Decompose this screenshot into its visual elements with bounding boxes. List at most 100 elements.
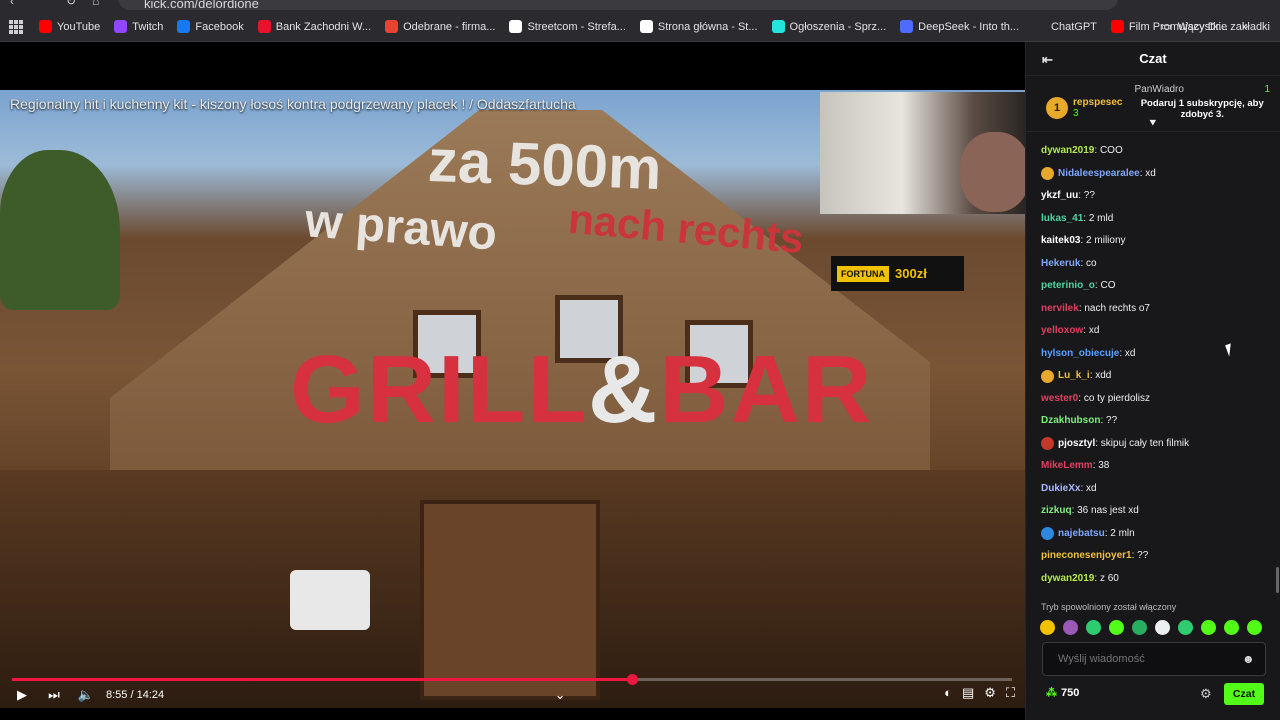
- chat-text: 2 miliony: [1086, 235, 1126, 246]
- chat-username[interactable]: wester0: [1041, 388, 1078, 411]
- chat-username[interactable]: yelloxow: [1041, 320, 1083, 343]
- chat-username[interactable]: zizkuq: [1041, 500, 1072, 523]
- chat-username[interactable]: DukieXx: [1041, 478, 1080, 501]
- chat-text: ??: [1137, 550, 1149, 561]
- chat-message: dywan2019: COO: [1041, 140, 1266, 163]
- video-controls: ▶ ⏭ 🔈 8:55 / 14:24 ⌄ ◐ ▤ ⚙ ⛶: [0, 682, 1025, 708]
- chat-scrollbar[interactable]: [1276, 567, 1279, 593]
- chat-username[interactable]: nervilek: [1041, 298, 1079, 321]
- chat-username[interactable]: hylson_obiecuje: [1041, 343, 1119, 366]
- chat-text: nach rechts o7: [1084, 302, 1150, 314]
- chat-message: kaitek03: 2 miliony: [1041, 230, 1266, 253]
- bookmark-item[interactable]: Twitch: [114, 20, 163, 33]
- bookmark-item[interactable]: ChatGPT: [1033, 20, 1097, 33]
- bookmark-item[interactable]: Ogłoszenia - Sprz...: [771, 20, 886, 33]
- chat-username[interactable]: pjosztyl: [1058, 433, 1095, 456]
- all-bookmarks[interactable]: ▭ Wszystkie zakładki: [1161, 20, 1270, 34]
- settings-gear-icon[interactable]: ⚙: [984, 685, 996, 701]
- chat-username[interactable]: ykzf_uu: [1041, 185, 1078, 208]
- trees-scenery: [0, 150, 120, 310]
- emote-icon[interactable]: [1109, 620, 1124, 635]
- emote-icon[interactable]: [1201, 620, 1216, 635]
- chat-username[interactable]: Lu_k_i: [1058, 365, 1090, 388]
- chat-text: xd: [1086, 482, 1097, 494]
- grill-bar-sign: GRILL&BAR: [290, 335, 873, 445]
- video-progress-fill: [12, 678, 632, 681]
- top-gifter-name: repspesec: [1073, 96, 1123, 108]
- emote-icon[interactable]: [1155, 620, 1170, 635]
- bookmark-item[interactable]: YouTube: [39, 20, 100, 33]
- channel-points[interactable]: ⁂ 750: [1046, 686, 1079, 700]
- chat-message: peterinio_o: CO: [1041, 275, 1266, 298]
- bookmark-item[interactable]: Odebrane - firma...: [385, 20, 495, 33]
- chat-username[interactable]: pineconesenjoyer1: [1041, 545, 1132, 568]
- chat-username[interactable]: Nidaleespearalee: [1058, 163, 1140, 186]
- chat-message: Lu_k_i: xdd: [1041, 365, 1266, 388]
- emote-icon[interactable]: [1063, 620, 1078, 635]
- emote-icon[interactable]: [1132, 620, 1147, 635]
- chat-settings-icon[interactable]: ⚙: [1200, 686, 1212, 702]
- points-icon: ⁂: [1046, 687, 1057, 699]
- bookmark-label: Streetcom - Strefa...: [527, 20, 626, 33]
- fullscreen-icon[interactable]: ⛶: [1006, 685, 1015, 701]
- chevron-down-icon[interactable]: ⌄: [550, 685, 570, 705]
- bookmark-item[interactable]: Bank Zachodni W...: [257, 20, 371, 33]
- favicon-icon: [257, 20, 271, 33]
- bookmark-item[interactable]: Strona główna - St...: [639, 20, 758, 33]
- emote-icon[interactable]: [1086, 620, 1101, 635]
- chat-message: yelloxow: xd: [1041, 320, 1266, 343]
- chat-text: CO: [1100, 280, 1116, 291]
- bookmark-label: Strona główna - St...: [657, 20, 758, 33]
- chat-username[interactable]: dywan2019: [1041, 140, 1094, 163]
- chat-username[interactable]: peterinio_o: [1041, 275, 1095, 298]
- video-progress-bar[interactable]: [12, 674, 1012, 685]
- slow-mode-notice: Tryb spowolniony został włączony: [1041, 602, 1177, 612]
- next-icon[interactable]: ⏭: [44, 685, 64, 705]
- chat-username[interactable]: lukas_41: [1041, 208, 1083, 231]
- chat-username[interactable]: MikeLemm: [1041, 455, 1093, 478]
- emote-icon[interactable]: [1178, 620, 1193, 635]
- subtitles-icon[interactable]: ▤: [962, 685, 974, 701]
- play-icon[interactable]: ▶: [12, 685, 32, 705]
- apps-grid-icon[interactable]: [9, 19, 23, 34]
- emoji-picker-icon[interactable]: ☻: [1242, 652, 1255, 666]
- bookmark-item[interactable]: Facebook: [177, 20, 244, 33]
- home-icon[interactable]: ⌂: [92, 0, 99, 8]
- back-icon[interactable]: ‹: [10, 0, 14, 8]
- chat-username[interactable]: Dzakhubson: [1041, 410, 1100, 433]
- chat-text: 36 nas jest xd: [1077, 505, 1139, 516]
- collapse-chat-icon[interactable]: ⇤: [1042, 52, 1053, 68]
- video-player[interactable]: za 500m w prawo nach rechts GRILL&BAR Re…: [0, 42, 1025, 720]
- address-bar[interactable]: kick.com/delordione: [118, 0, 1118, 11]
- chat-text: co: [1086, 257, 1097, 269]
- chat-message-input[interactable]: [1042, 642, 1266, 676]
- chat-username[interactable]: Hekeruk: [1041, 253, 1080, 276]
- chat-message: Hekeruk: co: [1041, 253, 1266, 276]
- chat-panel: ⇤ Czat 1 repspesec 3 PanWiadro 1 Podaruj …: [1025, 42, 1280, 720]
- sponsor-banner[interactable]: FORTUNA 300zł: [831, 256, 964, 291]
- emote-icon[interactable]: [1247, 620, 1262, 635]
- autoplay-toggle-icon[interactable]: ◐: [944, 685, 952, 701]
- chat-username[interactable]: dywan2019: [1041, 568, 1094, 591]
- chat-message: najebatsu: 2 mln: [1041, 523, 1266, 546]
- pinned-gift-leaderboard: 1 repspesec 3 PanWiadro 1 Podaruj 1 subsk…: [1026, 76, 1280, 132]
- favicon-icon: [385, 20, 399, 33]
- video-title: Regionalny hit i kuchenny kit - kiszony …: [10, 96, 576, 112]
- chat-message: ykzf_uu: ??: [1041, 185, 1266, 208]
- chat-text: 2 mln: [1110, 527, 1135, 539]
- bookmark-item[interactable]: Streetcom - Strefa...: [509, 20, 626, 33]
- volume-icon[interactable]: 🔈: [76, 685, 96, 705]
- bookmark-item[interactable]: DeepSeek - Into th...: [900, 20, 1019, 33]
- bookmark-label: Odebrane - firma...: [403, 20, 496, 33]
- streamer-head: [960, 132, 1025, 212]
- emote-icon[interactable]: [1040, 620, 1055, 635]
- expand-arrow-icon[interactable]: ⯆: [1148, 116, 1158, 131]
- chat-message: MikeLemm: 38: [1041, 455, 1266, 478]
- favicon-icon: [177, 20, 191, 33]
- reload-icon[interactable]: ↻: [66, 0, 76, 8]
- chat-username[interactable]: kaitek03: [1041, 230, 1080, 253]
- chat-username[interactable]: najebatsu: [1058, 523, 1105, 546]
- chat-title: Czat: [1139, 51, 1167, 66]
- emote-icon[interactable]: [1224, 620, 1239, 635]
- send-chat-button[interactable]: Czat: [1224, 683, 1264, 705]
